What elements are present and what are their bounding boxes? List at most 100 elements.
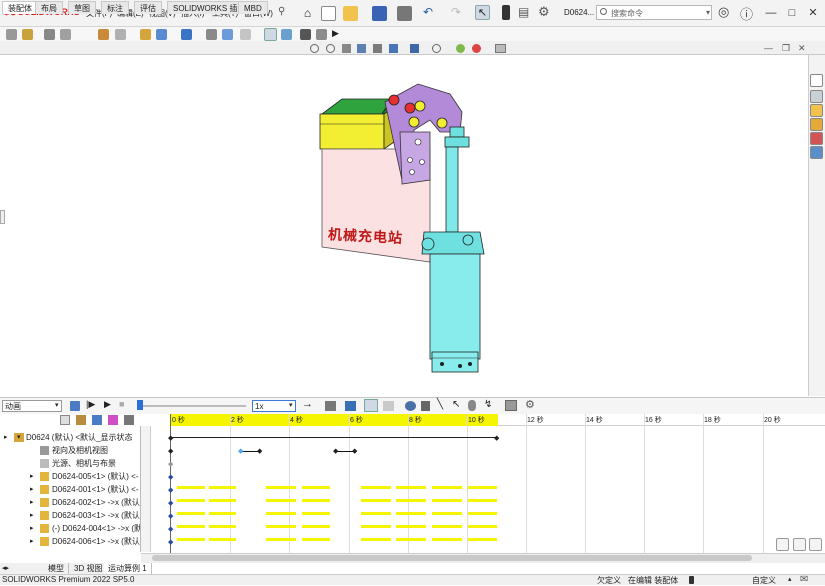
- zoom-to-fit-timeline-icon[interactable]: [776, 538, 789, 551]
- change-bar[interactable]: [209, 525, 236, 528]
- edit-component-icon[interactable]: [6, 29, 17, 40]
- print-icon[interactable]: [397, 6, 412, 21]
- tree-row-component[interactable]: D0624-001<1> (默认) <-: [0, 483, 140, 496]
- tree-row-component[interactable]: D0624-003<1> ->x (默认: [0, 509, 140, 522]
- options-gear-icon[interactable]: ⚙: [538, 4, 550, 20]
- change-bar[interactable]: [266, 512, 296, 515]
- change-bar[interactable]: [209, 512, 236, 515]
- change-bar[interactable]: [361, 525, 391, 528]
- playback-mode-arrow-icon[interactable]: →: [302, 398, 313, 410]
- user-icon[interactable]: ◎: [718, 4, 729, 20]
- solidworks-resources-icon[interactable]: [810, 74, 823, 87]
- change-bar[interactable]: [209, 538, 236, 541]
- view-settings-icon[interactable]: [495, 44, 506, 53]
- change-bar[interactable]: [209, 499, 236, 502]
- tab-scroll-arrows-icon[interactable]: ◂▸: [2, 564, 9, 572]
- change-bar[interactable]: [361, 538, 391, 541]
- tab-markup[interactable]: 标注: [101, 1, 129, 14]
- redo-icon[interactable]: ↷: [451, 5, 461, 19]
- tab-assembly[interactable]: 装配体: [2, 1, 38, 14]
- instant3d-icon[interactable]: [281, 29, 292, 40]
- timeline-area[interactable]: [170, 426, 825, 552]
- change-bar[interactable]: [266, 499, 296, 502]
- show-hidden-icon[interactable]: [156, 29, 167, 40]
- timeline-scrollbar-thumb[interactable]: [152, 555, 752, 561]
- change-bar[interactable]: [302, 499, 330, 502]
- linear-pattern-icon[interactable]: [98, 29, 109, 40]
- change-bar[interactable]: [177, 499, 205, 502]
- tree-row-lights[interactable]: 光源、相机与布景: [0, 457, 140, 470]
- change-bar[interactable]: [177, 525, 205, 528]
- change-bar[interactable]: [302, 512, 330, 515]
- results-plots-icon[interactable]: [505, 400, 517, 411]
- tab-sketch[interactable]: 草图: [68, 1, 96, 14]
- change-bar[interactable]: [396, 486, 426, 489]
- change-bar[interactable]: [177, 538, 205, 541]
- key-point[interactable]: ◆: [168, 525, 173, 533]
- stop-icon[interactable]: ■: [119, 399, 124, 409]
- reference-geometry-icon[interactable]: [206, 29, 217, 40]
- bill-of-materials-icon[interactable]: [240, 29, 251, 40]
- doc-close-button[interactable]: ✕: [798, 43, 806, 54]
- change-bar[interactable]: [266, 525, 296, 528]
- change-bar[interactable]: [396, 525, 426, 528]
- change-bar[interactable]: [468, 525, 497, 528]
- change-bar[interactable]: [302, 486, 330, 489]
- new-document-icon[interactable]: [321, 6, 336, 21]
- help-icon[interactable]: ⓘ: [740, 4, 753, 23]
- zoom-to-area-icon[interactable]: [326, 44, 335, 53]
- tab-evaluate[interactable]: 评估: [134, 1, 162, 14]
- change-bar[interactable]: [361, 499, 391, 502]
- component-preview-icon[interactable]: [60, 29, 71, 40]
- change-bar[interactable]: [432, 486, 462, 489]
- key-point[interactable]: ◆: [238, 447, 243, 455]
- units-select[interactable]: 自定义: [752, 575, 776, 586]
- change-bar[interactable]: [361, 512, 391, 515]
- view-orientation-icon[interactable]: [389, 44, 398, 53]
- chevron-down-icon[interactable]: ▾: [706, 8, 710, 17]
- key-point[interactable]: ◆: [168, 486, 173, 494]
- change-bar[interactable]: [177, 486, 205, 489]
- edit-appearance-icon[interactable]: [456, 44, 465, 53]
- expand-arrow-icon[interactable]: ▸: [30, 485, 34, 493]
- smart-fasteners-icon[interactable]: [115, 29, 126, 40]
- tree-row-views[interactable]: 视向及相机视图: [0, 444, 140, 457]
- appearances-icon[interactable]: [810, 132, 823, 145]
- key-point[interactable]: ◆: [352, 447, 357, 455]
- move-component-icon[interactable]: [140, 29, 151, 40]
- tree-row-component[interactable]: D0624-006<1> ->x (默认: [0, 535, 140, 548]
- change-bar[interactable]: [432, 525, 462, 528]
- new-motion-study-icon[interactable]: [222, 29, 233, 40]
- doc-restore-button[interactable]: ❐: [782, 43, 790, 54]
- gravity-icon[interactable]: ↯: [484, 399, 492, 410]
- calculate-icon[interactable]: [70, 401, 80, 411]
- previous-view-icon[interactable]: [342, 44, 351, 53]
- change-bar[interactable]: [468, 512, 497, 515]
- key-point[interactable]: ◆: [168, 460, 173, 468]
- change-bar[interactable]: [468, 538, 497, 541]
- filter-all-icon[interactable]: [124, 415, 134, 425]
- display-style-icon[interactable]: [410, 44, 419, 53]
- change-bar[interactable]: [396, 538, 426, 541]
- key-point[interactable]: ◆: [257, 447, 262, 455]
- expand-arrow-icon[interactable]: ▸: [30, 537, 34, 545]
- key-point[interactable]: ◆: [494, 434, 499, 442]
- undo-icon[interactable]: ↶: [423, 5, 433, 19]
- change-bar[interactable]: [177, 512, 205, 515]
- rebuild-icon[interactable]: ▤: [518, 5, 529, 19]
- tab-model[interactable]: 模型: [44, 563, 69, 574]
- traffic-light-icon[interactable]: [502, 5, 510, 20]
- change-bar[interactable]: [266, 486, 296, 489]
- tab-motion-study-1[interactable]: 运动算例 1: [104, 563, 152, 574]
- select-arrow-icon[interactable]: ↖: [475, 5, 490, 20]
- save-animation-icon[interactable]: [325, 401, 336, 411]
- play-icon[interactable]: ▶: [104, 399, 111, 410]
- feedback-icon[interactable]: ✉: [800, 574, 808, 585]
- expand-arrow-icon[interactable]: ▸: [30, 511, 34, 519]
- change-bar[interactable]: [468, 499, 497, 502]
- assembly-features-icon[interactable]: [181, 29, 192, 40]
- tab-3d-views[interactable]: 3D 视图: [70, 563, 108, 574]
- rebuild-status-icon[interactable]: [689, 576, 694, 584]
- expand-arrow-icon[interactable]: ▸: [30, 472, 34, 480]
- playback-slider-thumb[interactable]: [137, 400, 143, 410]
